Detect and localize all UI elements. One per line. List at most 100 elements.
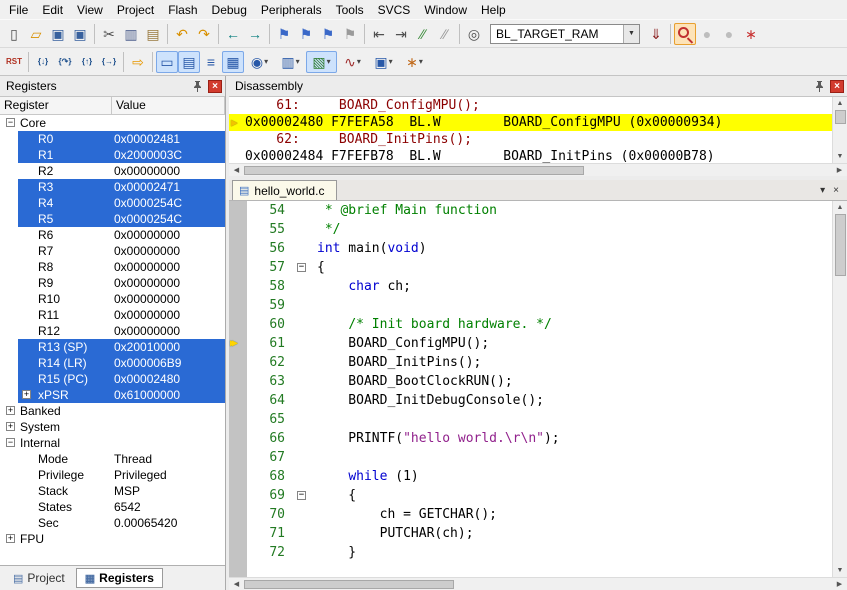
fold-collapse-icon[interactable]: − bbox=[297, 263, 306, 272]
target-select[interactable]: BL_TARGET_RAM ▼ bbox=[490, 24, 640, 44]
pin-icon[interactable] bbox=[812, 79, 827, 94]
breakpoint-gutter[interactable] bbox=[229, 258, 247, 277]
register-row[interactable]: R50x0000254C bbox=[0, 211, 225, 227]
tab-close-icon[interactable]: × bbox=[833, 185, 839, 196]
register-row[interactable]: R13 (SP)0x20010000 bbox=[0, 339, 225, 355]
tree-expander-icon[interactable]: − bbox=[6, 118, 15, 127]
menu-item-debug[interactable]: Debug bbox=[205, 1, 254, 19]
register-row[interactable]: ModeThread bbox=[0, 451, 225, 467]
menu-item-help[interactable]: Help bbox=[474, 1, 513, 19]
close-icon[interactable]: × bbox=[208, 80, 222, 93]
scroll-right-icon[interactable]: ▶ bbox=[832, 578, 847, 590]
code-text[interactable]: } bbox=[311, 543, 832, 562]
editor-hscrollbar[interactable]: ◀ ▶ bbox=[229, 577, 847, 590]
bookmark-clear-icon[interactable]: ⚑ bbox=[339, 23, 361, 45]
code-text[interactable]: BOARD_InitDebugConsole(); bbox=[311, 391, 832, 410]
register-row[interactable]: PrivilegePrivileged bbox=[0, 467, 225, 483]
scroll-left-icon[interactable]: ◀ bbox=[229, 164, 244, 177]
menu-item-project[interactable]: Project bbox=[110, 1, 161, 19]
target-options-icon[interactable]: ◎ bbox=[463, 23, 485, 45]
step-over-button[interactable]: {↷} bbox=[54, 51, 76, 73]
editor-line[interactable]: 72 } bbox=[229, 543, 832, 562]
tree-expander-icon[interactable]: + bbox=[6, 422, 15, 431]
toolbox-button[interactable]: ∗▾ bbox=[399, 51, 430, 73]
disassembly-line[interactable]: ▶0x00002480 F7FEFA58 BL.W BOARD_ConfigMP… bbox=[229, 114, 832, 131]
save-icon[interactable]: ▣ bbox=[47, 23, 69, 45]
paste-icon[interactable]: ▤ bbox=[142, 23, 164, 45]
code-text[interactable]: { bbox=[311, 486, 832, 505]
tab-list-dropdown-icon[interactable]: ▾ bbox=[820, 185, 825, 196]
editor-line[interactable]: 66 PRINTF("hello world.\r\n"); bbox=[229, 429, 832, 448]
code-text[interactable]: while (1) bbox=[311, 467, 832, 486]
breakpoint-toggle-icon[interactable]: ● bbox=[696, 23, 718, 45]
scroll-left-icon[interactable]: ◀ bbox=[229, 578, 244, 590]
symbol-window-toggle[interactable]: ≡ bbox=[200, 51, 222, 73]
bookmark-toggle-icon[interactable]: ⚑ bbox=[273, 23, 295, 45]
code-text[interactable]: { bbox=[311, 258, 832, 277]
menu-item-window[interactable]: Window bbox=[417, 1, 474, 19]
breakpoint-gutter[interactable] bbox=[229, 296, 247, 315]
menu-item-edit[interactable]: Edit bbox=[35, 1, 70, 19]
target-select-dropdown-icon[interactable]: ▼ bbox=[623, 25, 639, 43]
breakpoint-gutter[interactable] bbox=[229, 315, 247, 334]
menu-item-svcs[interactable]: SVCS bbox=[371, 1, 418, 19]
register-row[interactable]: +System bbox=[0, 419, 225, 435]
fold-margin[interactable]: − bbox=[295, 258, 311, 277]
uncomment-icon[interactable]: ∕∕ bbox=[434, 23, 456, 45]
disassembly-line[interactable]: 62: BOARD_InitPins(); bbox=[229, 131, 832, 148]
code-text[interactable] bbox=[311, 296, 832, 315]
register-row[interactable]: R90x00000000 bbox=[0, 275, 225, 291]
menu-item-flash[interactable]: Flash bbox=[161, 1, 204, 19]
register-row[interactable]: R30x00002471 bbox=[0, 179, 225, 195]
editor-line[interactable]: 62 BOARD_InitPins(); bbox=[229, 353, 832, 372]
editor-line[interactable]: 55 */ bbox=[229, 220, 832, 239]
code-text[interactable]: /* Init board hardware. */ bbox=[311, 315, 832, 334]
breakpoint-kill-icon[interactable]: ∗ bbox=[740, 23, 762, 45]
comment-icon[interactable]: ∕∕ bbox=[412, 23, 434, 45]
breakpoint-gutter[interactable] bbox=[229, 429, 247, 448]
code-text[interactable]: PUTCHAR(ch); bbox=[311, 524, 832, 543]
breakpoint-gutter[interactable] bbox=[229, 467, 247, 486]
scroll-up-icon[interactable]: ▲ bbox=[833, 201, 847, 214]
breakpoint-gutter[interactable] bbox=[229, 372, 247, 391]
menu-item-view[interactable]: View bbox=[70, 1, 110, 19]
new-file-icon[interactable]: ▯ bbox=[3, 23, 25, 45]
bookmark-next-icon[interactable]: ⚑ bbox=[317, 23, 339, 45]
navigate-forward-icon[interactable]: → bbox=[244, 23, 266, 45]
breakpoint-gutter[interactable] bbox=[229, 391, 247, 410]
register-row[interactable]: −Core bbox=[0, 115, 225, 131]
scroll-thumb[interactable] bbox=[244, 580, 454, 589]
register-row[interactable]: R14 (LR)0x000006B9 bbox=[0, 355, 225, 371]
editor-line[interactable]: 65 bbox=[229, 410, 832, 429]
code-text[interactable]: PRINTF("hello world.\r\n"); bbox=[311, 429, 832, 448]
breakpoint-gutter[interactable]: ▶▶ bbox=[229, 334, 247, 353]
register-row[interactable]: R100x00000000 bbox=[0, 291, 225, 307]
breakpoint-gutter[interactable] bbox=[229, 201, 247, 220]
scroll-down-icon[interactable]: ▼ bbox=[833, 564, 847, 577]
register-row[interactable]: R20x00000000 bbox=[0, 163, 225, 179]
menu-item-peripherals[interactable]: Peripherals bbox=[254, 1, 329, 19]
code-text[interactable]: char ch; bbox=[311, 277, 832, 296]
register-row[interactable]: +xPSR0x61000000 bbox=[0, 387, 225, 403]
step-out-button[interactable]: {↑} bbox=[76, 51, 98, 73]
register-row[interactable]: Sec0.00065420 bbox=[0, 515, 225, 531]
breakpoint-gutter[interactable] bbox=[229, 505, 247, 524]
register-row[interactable]: R70x00000000 bbox=[0, 243, 225, 259]
fold-collapse-icon[interactable]: − bbox=[297, 491, 306, 500]
debug-session-button[interactable] bbox=[674, 23, 696, 45]
disassembly-line[interactable]: 61: BOARD_ConfigMPU(); bbox=[229, 97, 832, 114]
code-text[interactable]: */ bbox=[311, 220, 832, 239]
step-into-button[interactable]: {↓} bbox=[32, 51, 54, 73]
bookmark-prev-icon[interactable]: ⚑ bbox=[295, 23, 317, 45]
breakpoint-gutter[interactable] bbox=[229, 486, 247, 505]
register-row[interactable]: R40x0000254C bbox=[0, 195, 225, 211]
code-text[interactable]: ch = GETCHAR(); bbox=[311, 505, 832, 524]
breakpoint-gutter[interactable] bbox=[229, 543, 247, 562]
reset-cpu-button[interactable]: RST bbox=[3, 51, 25, 73]
save-all-icon[interactable]: ▣ bbox=[69, 23, 91, 45]
editor-line[interactable]: 54 * @brief Main function bbox=[229, 201, 832, 220]
breakpoint-gutter[interactable] bbox=[229, 277, 247, 296]
register-row[interactable]: R110x00000000 bbox=[0, 307, 225, 323]
editor-line[interactable]: 56int main(void) bbox=[229, 239, 832, 258]
menu-item-tools[interactable]: Tools bbox=[329, 1, 371, 19]
